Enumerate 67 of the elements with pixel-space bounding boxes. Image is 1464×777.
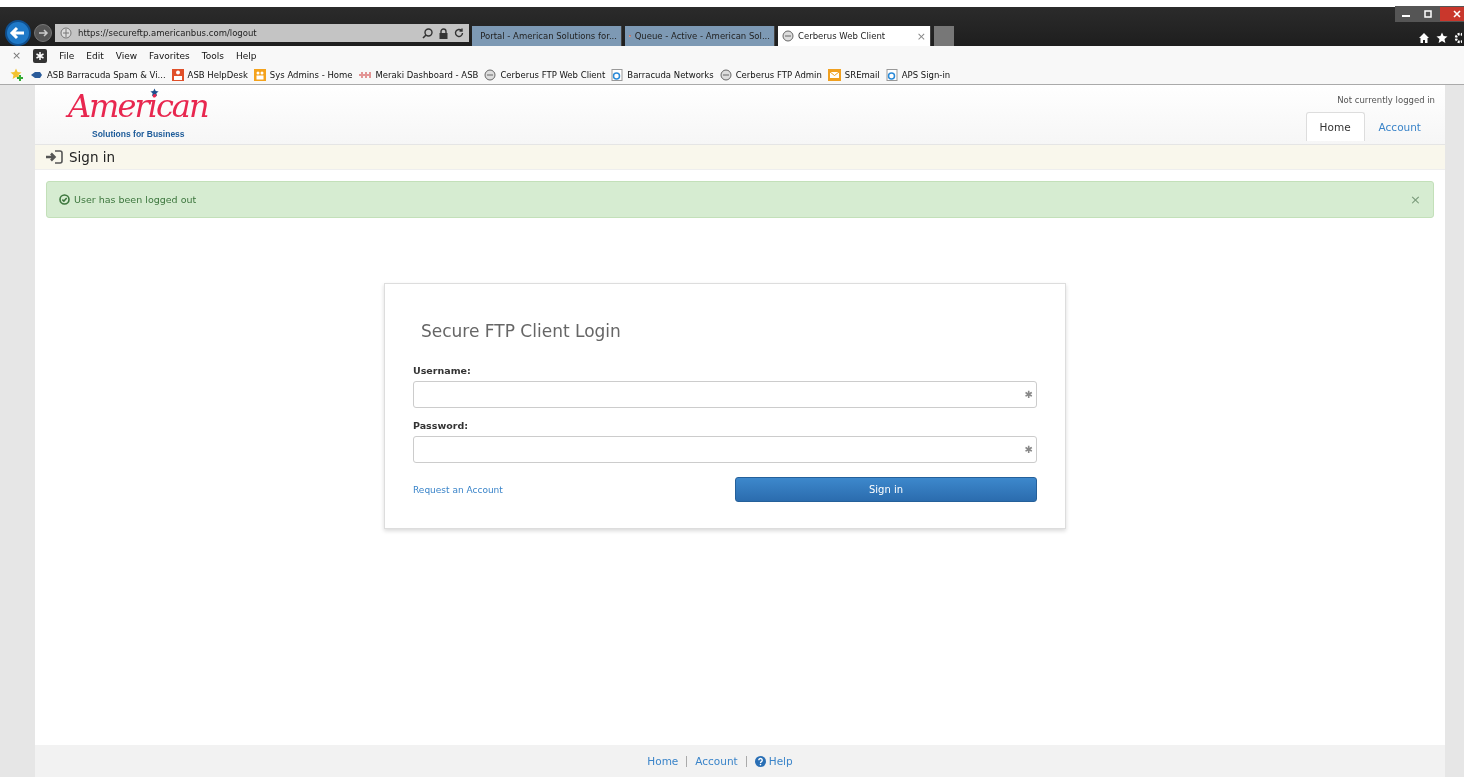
bars-icon xyxy=(358,69,372,80)
refresh-icon[interactable] xyxy=(454,28,464,38)
favorite-link[interactable]: SREmail xyxy=(827,68,880,81)
favorite-link[interactable]: Barracuda Networks xyxy=(611,68,714,81)
request-account-link[interactable]: Request an Account xyxy=(413,484,503,495)
login-status: Not currently logged in xyxy=(1337,95,1435,105)
globe-icon xyxy=(60,27,72,39)
favorite-link[interactable]: ASB Barracuda Spam & Vi... xyxy=(30,69,166,80)
forward-button[interactable] xyxy=(34,24,52,42)
star-icon[interactable] xyxy=(1436,32,1448,44)
globe-icon xyxy=(484,68,497,81)
page-icon xyxy=(611,68,624,81)
people-icon xyxy=(253,68,266,81)
required-mark: ✱ xyxy=(1024,444,1033,455)
close-icon xyxy=(1452,10,1462,18)
required-mark: ✱ xyxy=(1024,389,1033,400)
home-icon[interactable] xyxy=(1418,32,1430,44)
close-toolbar-button[interactable]: × xyxy=(12,49,22,62)
favorite-link[interactable]: Sys Admins - Home xyxy=(253,68,353,81)
help-icon xyxy=(754,755,766,767)
restore-button[interactable] xyxy=(1417,6,1439,22)
footer-link[interactable]: Home xyxy=(647,755,679,767)
sign-in-icon xyxy=(45,150,63,164)
globe-icon xyxy=(719,68,732,81)
alert-message: User has been logged out xyxy=(74,194,198,205)
close-tab-button[interactable]: × xyxy=(916,29,926,43)
fish-icon xyxy=(30,69,43,80)
envelope-icon xyxy=(827,68,841,81)
search-icon[interactable] xyxy=(422,27,433,39)
favorites-star-icon[interactable] xyxy=(10,68,24,81)
page-icon xyxy=(885,68,898,81)
menu-item[interactable]: Tools xyxy=(201,50,224,61)
favorite-link[interactable]: APS Sign-in xyxy=(885,68,951,81)
favorite-link[interactable]: ASB HelpDesk xyxy=(171,68,248,81)
favorite-link[interactable]: Cerberus FTP Web Client xyxy=(484,68,606,81)
nav-tab[interactable]: Account xyxy=(1364,112,1435,141)
footer-link[interactable]: Account xyxy=(695,755,738,767)
menu-item[interactable]: File xyxy=(59,50,75,61)
nav-tab[interactable]: Home xyxy=(1305,112,1365,141)
menu-item[interactable]: Edit xyxy=(86,50,104,61)
back-button[interactable] xyxy=(5,20,31,46)
browser-tab[interactable]: Cerberus Web Client × xyxy=(778,26,931,46)
footer-link[interactable]: Help xyxy=(754,755,793,767)
input-field[interactable]: ✱ xyxy=(413,381,1037,408)
favorite-link[interactable]: Cerberus FTP Admin xyxy=(719,68,822,81)
minimize-button[interactable] xyxy=(1395,6,1417,22)
address-bar[interactable]: https://secureftp.americanbus.com/logout xyxy=(55,24,469,42)
menu-item[interactable]: Help xyxy=(235,50,257,61)
menu-item[interactable]: View xyxy=(115,50,138,61)
url-text: https://secureftp.americanbus.com/logout xyxy=(78,28,258,38)
browser-tab[interactable]: Queue - Active - American Sol... xyxy=(625,26,775,46)
snowflake-icon[interactable] xyxy=(33,48,48,63)
field-label: Password: xyxy=(413,420,469,431)
favorite-link[interactable]: Meraki Dashboard - ASB xyxy=(358,69,479,80)
lock-icon[interactable] xyxy=(439,27,448,39)
page-title: Sign in xyxy=(69,149,116,165)
menu-item[interactable]: Favorites xyxy=(149,50,190,61)
settings-icon[interactable] xyxy=(1454,32,1462,44)
forward-arrow-icon xyxy=(37,27,49,39)
globe-icon xyxy=(782,30,794,42)
browser-tab[interactable]: Portal - American Solutions for... xyxy=(472,26,622,46)
restore-icon xyxy=(1423,10,1433,18)
sign-in-button[interactable]: Sign in xyxy=(735,477,1037,502)
input-field[interactable]: ✱ xyxy=(413,436,1037,463)
field-label: Username: xyxy=(413,365,472,376)
check-circle-icon xyxy=(59,194,70,205)
login-title: Secure FTP Client Login xyxy=(421,321,622,341)
